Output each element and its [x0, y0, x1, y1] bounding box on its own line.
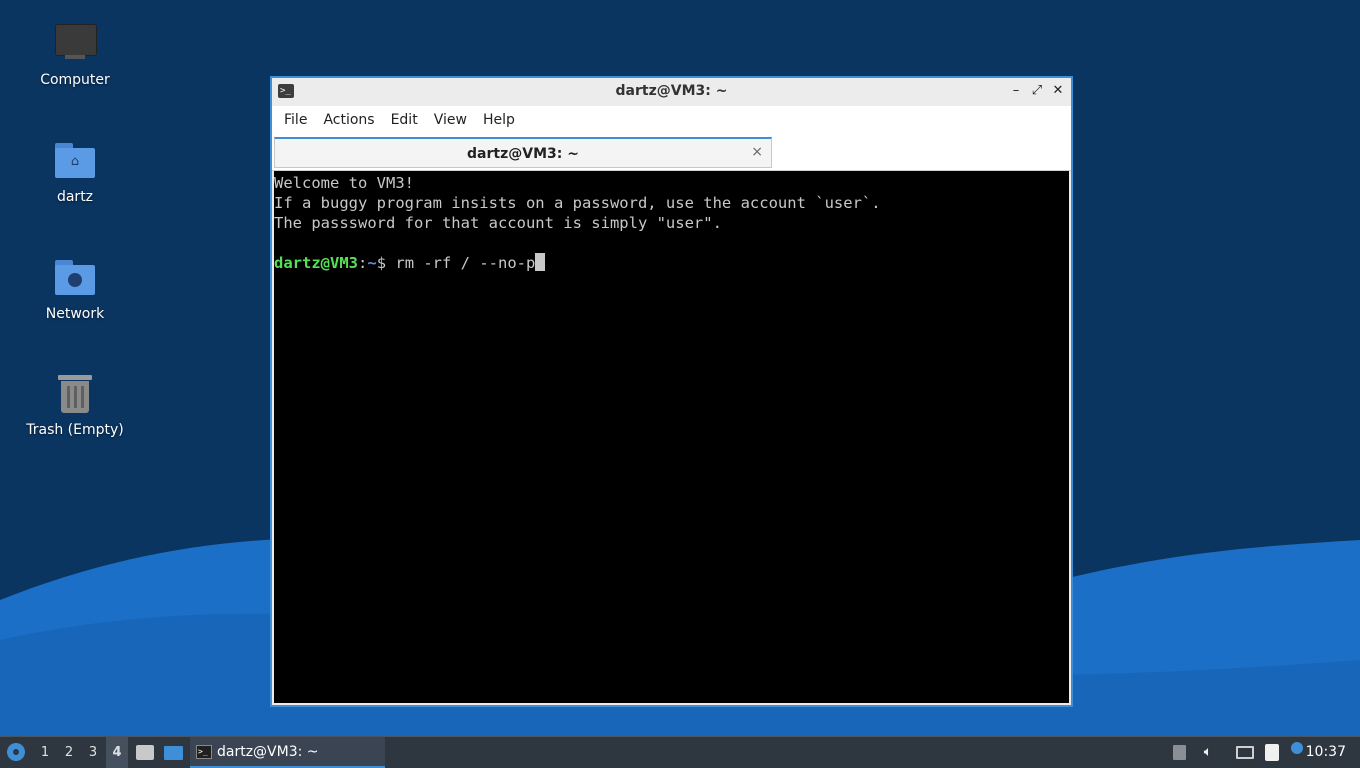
menu-help[interactable]: Help [475, 106, 523, 134]
network-folder-icon [52, 256, 98, 302]
tray-arrow-icon [1173, 745, 1186, 760]
desktop-icon-computer[interactable]: Computer [20, 22, 130, 88]
volume-icon: 🔈︎ [1203, 744, 1213, 760]
text-cursor [535, 253, 546, 271]
minimize-button[interactable]: – [1007, 82, 1025, 100]
lxqt-logo-inner [13, 749, 19, 755]
file-manager-launcher[interactable] [134, 737, 156, 768]
prompt-user: dartz@VM3 [274, 254, 358, 272]
workspace-4[interactable]: 4 [106, 737, 128, 768]
prompt-separator: : [358, 254, 368, 272]
terminal-task-icon: >_ [196, 745, 212, 759]
prompt-path: ~ [367, 254, 377, 272]
menu-actions[interactable]: Actions [315, 106, 382, 134]
tab-terminal[interactable]: dartz@VM3: ~ × [274, 137, 772, 168]
typed-command: rm -rf / --no-p [395, 254, 536, 272]
tray-indicator[interactable] [1170, 737, 1188, 768]
prompt-symbol: $ [376, 254, 396, 272]
notification-icon [1291, 742, 1303, 754]
desktop-icon-home[interactable]: ⌂ dartz [20, 139, 130, 205]
menu-edit[interactable]: Edit [383, 106, 426, 134]
clipboard-icon [1265, 744, 1279, 761]
tab-close-icon[interactable]: × [751, 144, 763, 160]
taskbar-task-terminal[interactable]: >_ dartz@VM3: ~ [190, 737, 385, 768]
clock[interactable]: 10:37 [1306, 737, 1346, 768]
home-folder-icon: ⌂ [52, 139, 98, 185]
terminal-line: If a buggy program insists on a password… [274, 194, 881, 212]
close-button[interactable]: ✕ [1049, 82, 1067, 100]
terminal-prompt-line: dartz@VM3:~$ rm -rf / --no-p [274, 253, 1069, 273]
desktop-icon [164, 746, 183, 760]
workspace-3[interactable]: 3 [82, 737, 104, 768]
menu-file[interactable]: File [276, 106, 315, 134]
network-tray-button[interactable] [1234, 737, 1256, 768]
terminal-line: Welcome to VM3! [274, 174, 414, 192]
maximize-button[interactable]: ⤢ [1028, 82, 1046, 100]
show-desktop-button[interactable] [161, 737, 185, 768]
computer-icon [52, 22, 98, 68]
desktop-icon-network[interactable]: Network [20, 256, 130, 322]
menu-view[interactable]: View [426, 106, 475, 134]
terminal-line: The passsword for that account is simply… [274, 214, 722, 232]
desktop-icon-label: dartz [56, 189, 94, 205]
tab-label: dartz@VM3: ~ [467, 146, 579, 162]
taskbar-task-label: dartz@VM3: ~ [217, 744, 319, 760]
menubar: File Actions Edit View Help [272, 106, 1071, 134]
desktop: Computer ⌂ dartz Network Trash (Empty) > [0, 0, 1360, 736]
start-menu-button[interactable] [4, 737, 28, 768]
window-titlebar[interactable]: >_ dartz@VM3: ~ – ⤢ ✕ [272, 78, 1071, 106]
desktop-icon-label: Trash (Empty) [26, 422, 124, 438]
workspace-1[interactable]: 1 [34, 737, 56, 768]
volume-button[interactable]: 🔈︎ [1198, 737, 1218, 768]
tab-bar: dartz@VM3: ~ × [272, 134, 1071, 171]
taskbar: 1 2 3 4 >_ dartz@VM3: ~ 🔈︎ 10:37 [0, 736, 1360, 768]
terminal-window[interactable]: >_ dartz@VM3: ~ – ⤢ ✕ File Actions Edit … [270, 76, 1073, 707]
desktop-icon-label: Computer [40, 72, 110, 88]
window-title: dartz@VM3: ~ [615, 83, 728, 99]
network-tray-icon [1236, 746, 1254, 759]
trash-icon [52, 372, 98, 418]
file-manager-icon [136, 745, 154, 760]
desktop-icon-label: Network [45, 306, 105, 322]
workspace-2[interactable]: 2 [58, 737, 80, 768]
clipboard-tray-button[interactable] [1262, 737, 1282, 768]
terminal-output[interactable]: Welcome to VM3! If a buggy program insist… [274, 171, 1069, 703]
desktop-icon-trash[interactable]: Trash (Empty) [20, 372, 130, 438]
